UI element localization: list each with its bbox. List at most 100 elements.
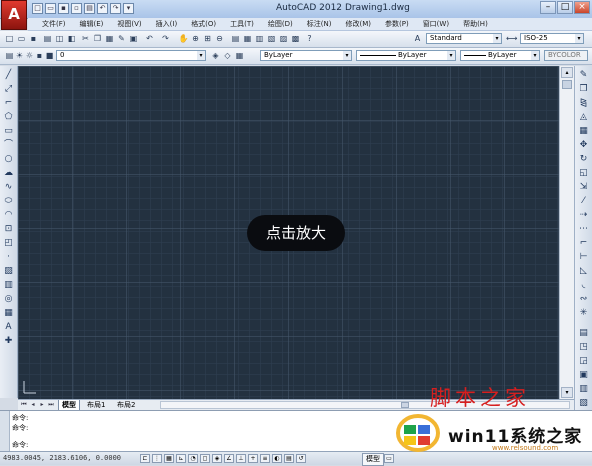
break-icon[interactable]: ⌐ [578,238,589,249]
hatch-icon[interactable]: ▨ [3,266,14,277]
layer-select[interactable]: 0 ▾ [56,50,206,61]
next-tab-icon[interactable]: ▸ [38,401,46,409]
lineweight-select[interactable]: ByLayer ▾ [460,50,540,61]
copy-object-icon[interactable]: ❐ [578,84,589,95]
minimize-button[interactable]: – [540,1,556,14]
menu-file[interactable]: 文件(F) [42,19,66,29]
trim-icon[interactable]: ⁄ [578,196,589,207]
undo-icon[interactable]: ↶ [144,33,155,44]
add-selected-icon[interactable]: ✚ [3,336,14,347]
tool-palettes-icon[interactable]: ▥ [254,33,265,44]
explode-icon[interactable]: ✳ [578,308,589,319]
menu-parametric[interactable]: 参数(P) [385,19,409,29]
polygon-icon[interactable]: ⬠ [3,112,14,123]
make-current-icon[interactable]: ◈ [210,50,221,61]
preview-icon[interactable]: ◫ [54,33,65,44]
hatch-back-icon[interactable]: ▥ [578,384,589,395]
scroll-thumb[interactable] [401,402,409,408]
design-center-icon[interactable]: ▦ [242,33,253,44]
redo-icon[interactable]: ↷ [110,3,121,14]
color-select[interactable]: ByLayer ▾ [260,50,352,61]
text-style-select[interactable]: Standard ▾ [426,33,502,44]
circle-icon[interactable]: ○ [3,154,14,165]
command-prompt[interactable]: 命令: [12,440,28,450]
spline-icon[interactable]: ∿ [3,182,14,193]
menu-view[interactable]: 视图(V) [117,19,141,29]
ortho-mode-icon[interactable]: ⊾ [176,454,186,463]
pan-icon[interactable]: ✋ [178,33,189,44]
undo-icon[interactable]: ↶ [97,3,108,14]
menu-help[interactable]: 帮助(H) [463,19,488,29]
markup-icon[interactable]: ▨ [278,33,289,44]
coordinate-readout[interactable]: 4983.0045, 2183.6106, 0.0000 [3,454,121,462]
plot-icon[interactable]: ▤ [84,3,95,14]
save-as-icon[interactable]: ▫ [71,3,82,14]
arc-icon[interactable]: ⌒ [3,140,14,151]
infer-constraints-icon[interactable]: ⊏ [140,454,150,463]
ducs-icon[interactable]: ⊥ [236,454,246,463]
zoom-window-icon[interactable]: ⊞ [202,33,213,44]
open-icon[interactable]: ▭ [45,3,56,14]
tab-layout1[interactable]: 布局1 [84,400,108,410]
layer-state-icon[interactable]: ▦ [234,50,245,61]
offset-icon[interactable]: ◬ [578,112,589,123]
calculator-icon[interactable]: ▩ [290,33,301,44]
plot-icon[interactable]: ▤ [42,33,53,44]
dim-style-select[interactable]: ISO-25 ▾ [520,33,584,44]
move-icon[interactable]: ✥ [578,140,589,151]
object-snap-tracking-icon[interactable]: ∠ [224,454,234,463]
bring-to-front-icon[interactable]: ◳ [578,342,589,353]
grid-display-icon[interactable]: ▦ [164,454,174,463]
layer-previous-icon[interactable]: ◇ [222,50,233,61]
scroll-down-button[interactable]: ▾ [561,387,573,398]
mirror-icon[interactable]: ⧎ [578,98,589,109]
rectangle-icon[interactable]: ▭ [3,126,14,137]
menu-dimension[interactable]: 标注(N) [307,19,332,29]
break-at-point-icon[interactable]: ⋯ [578,224,589,235]
object-snap-icon[interactable]: ◻ [200,454,210,463]
region-icon[interactable]: ◎ [3,294,14,305]
menu-edit[interactable]: 编辑(E) [80,19,104,29]
close-button[interactable]: × [574,1,590,14]
open-icon[interactable]: ▭ [16,33,27,44]
join-icon[interactable]: ⊢ [578,252,589,263]
vertical-scrollbar[interactable]: ▴ ▾ [559,66,574,399]
menu-tools[interactable]: 工具(T) [230,19,254,29]
menu-modify[interactable]: 修改(M) [345,19,371,29]
array-icon[interactable]: ▦ [578,126,589,137]
block-editor-icon[interactable]: ▣ [128,33,139,44]
new-icon[interactable]: □ [4,33,15,44]
extend-icon[interactable]: ⇢ [578,210,589,221]
multiline-text-icon[interactable]: A [3,322,14,333]
save-icon[interactable]: ▪ [28,33,39,44]
ellipse-arc-icon[interactable]: ◠ [3,210,14,221]
properties-icon[interactable]: ▤ [230,33,241,44]
draw-order-icon[interactable]: ▤ [578,328,589,339]
menu-draw[interactable]: 绘图(D) [268,19,293,29]
3d-osnap-icon[interactable]: ◈ [212,454,222,463]
maximize-button[interactable]: □ [557,1,573,14]
autocad-application-button[interactable]: A [1,0,27,30]
menu-insert[interactable]: 插入(I) [156,19,178,29]
selection-cycling-icon[interactable]: ↺ [296,454,306,463]
insert-block-icon[interactable]: ⊡ [3,224,14,235]
ellipse-icon[interactable]: ⬭ [3,196,14,207]
redo-icon[interactable]: ↷ [160,33,171,44]
erase-icon[interactable]: ✎ [578,70,589,81]
match-properties-icon[interactable]: ✎ [116,33,127,44]
polyline-icon[interactable]: ⌐ [3,98,14,109]
scale-icon[interactable]: ◱ [578,168,589,179]
dim-above-icon[interactable]: ▧ [578,398,589,409]
menu-window[interactable]: 窗口(W) [423,19,449,29]
zoom-previous-icon[interactable]: ⊖ [214,33,225,44]
construction-line-icon[interactable]: ⤢ [3,84,14,95]
snap-mode-icon[interactable]: ⋮ [152,454,162,463]
stretch-icon[interactable]: ⇲ [578,182,589,193]
zoom-hint-badge[interactable]: 点击放大 [247,215,345,251]
polar-tracking-icon[interactable]: ◔ [188,454,198,463]
text-above-icon[interactable]: ▣ [578,370,589,381]
chevron-down-icon[interactable]: ▾ [123,3,134,14]
transparency-icon[interactable]: ◐ [272,454,282,463]
lineweight-icon[interactable]: ≡ [260,454,270,463]
dynamic-input-icon[interactable]: + [248,454,258,463]
